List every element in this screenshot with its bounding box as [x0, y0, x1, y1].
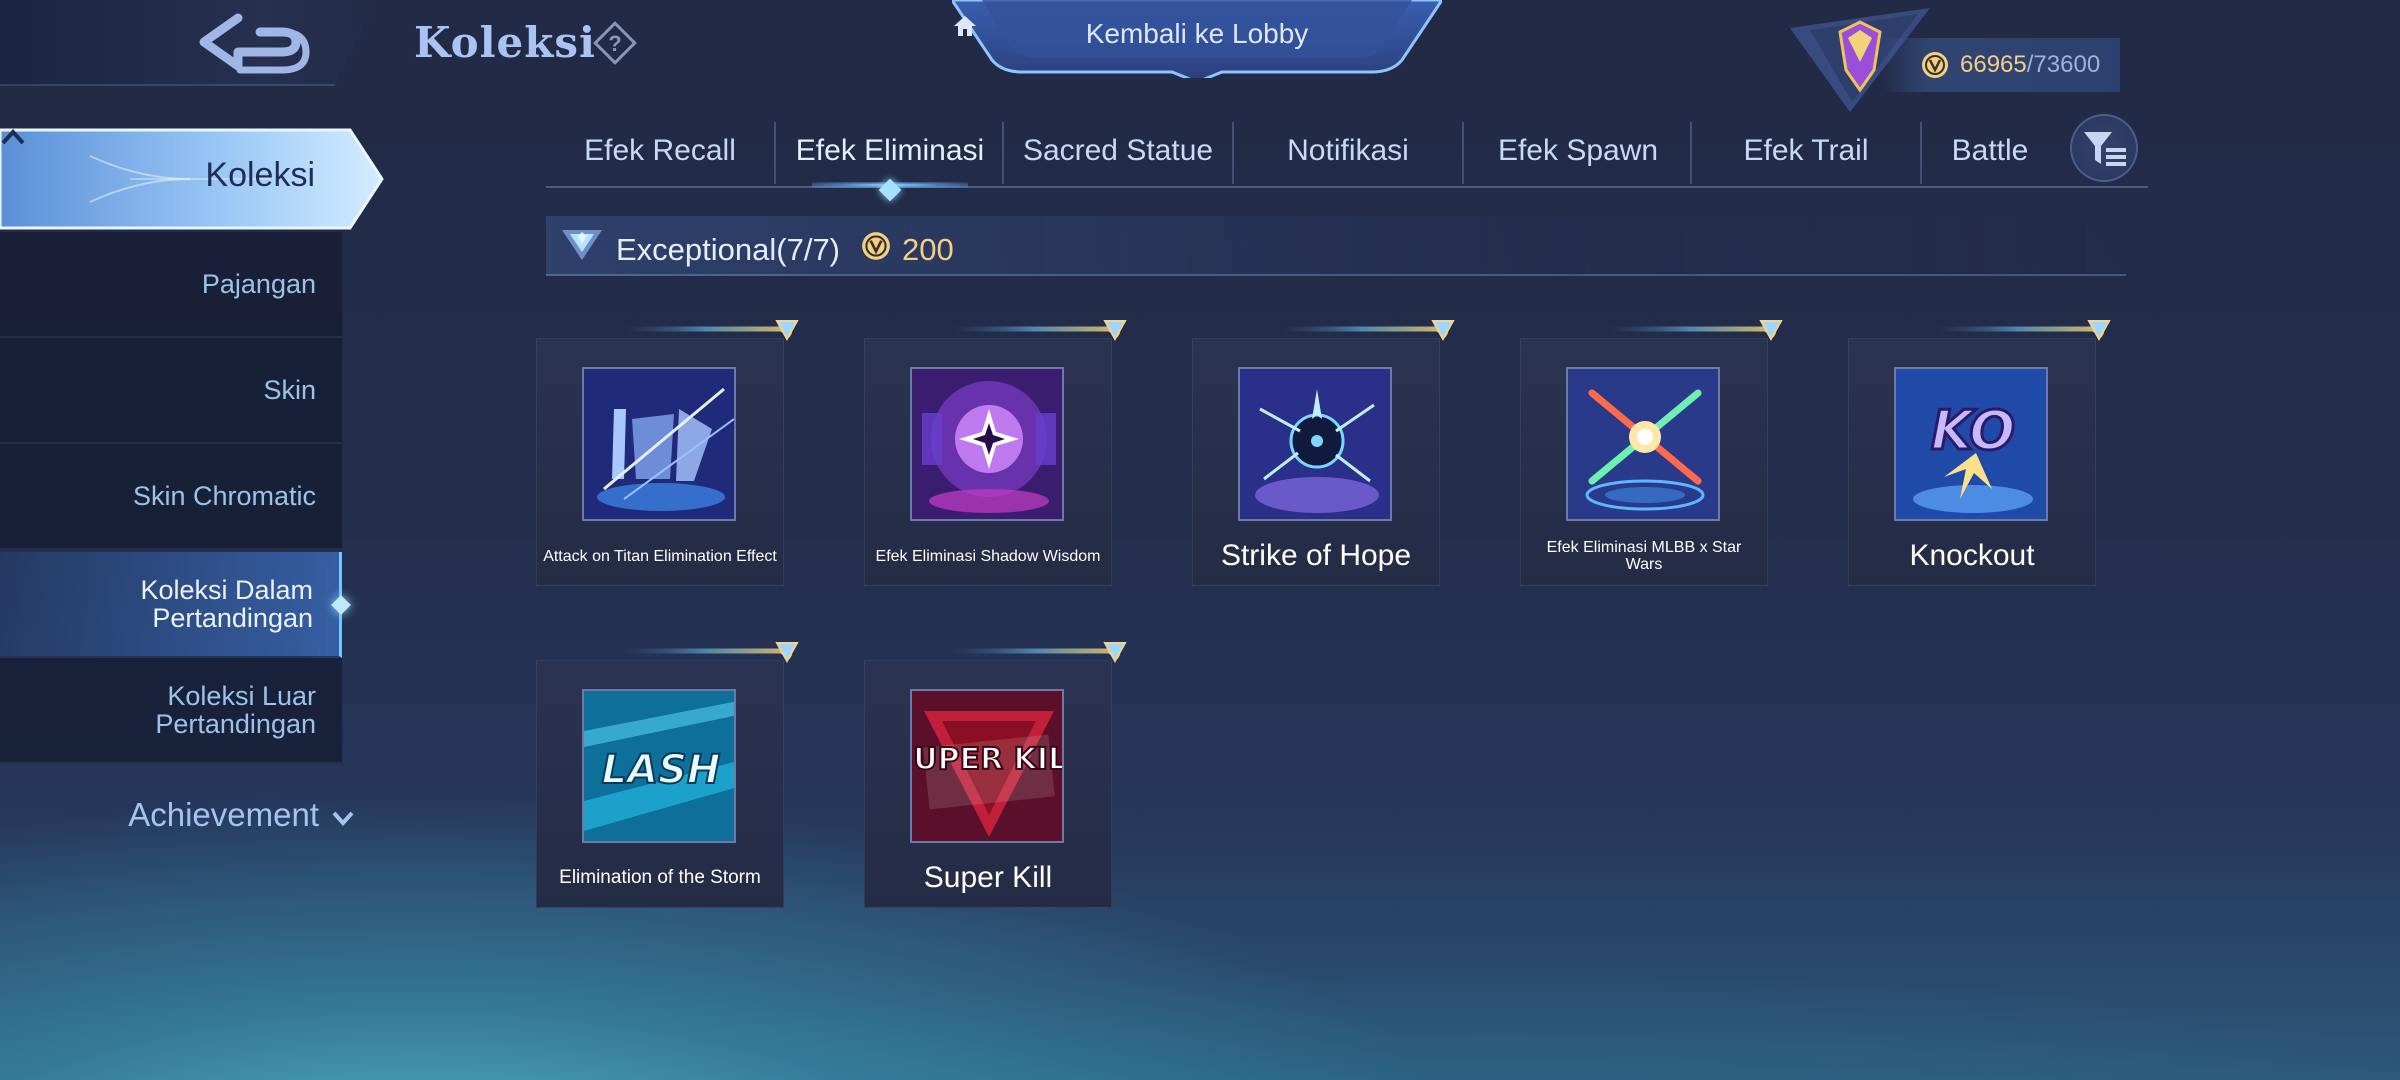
top-bar: Koleksi ? Kembali ke Lobby 66965/73600: [0, 0, 2400, 112]
sidebar-main-label: Koleksi: [205, 156, 315, 194]
tab-efek-recall[interactable]: Efek Recall: [546, 118, 774, 184]
sidebar-item-pajangan[interactable]: Pajangan: [0, 232, 342, 338]
sidebar-item-skin-chromatic[interactable]: Skin Chromatic: [0, 444, 342, 550]
item-card-knockout[interactable]: KO Knockout: [1848, 320, 2111, 586]
tab-efek-trail[interactable]: Efek Trail: [1692, 118, 1920, 184]
elimination-of-the-storm-art: LASH: [584, 691, 734, 841]
item-label: Strike of Hope: [1220, 539, 1412, 572]
super-kill-art-text: SUPER KILL: [912, 742, 1064, 777]
item-card-strike-of-hope[interactable]: Strike of Hope: [1192, 320, 1455, 586]
currency-current: 66965: [1960, 51, 2027, 78]
super-kill-art: SUPER KILL: [912, 691, 1064, 841]
home-icon: [954, 16, 976, 36]
sidebar-item-skin[interactable]: Skin: [0, 338, 342, 444]
strike-of-hope-art: [1240, 369, 1390, 519]
return-to-lobby-button[interactable]: Kembali ke Lobby: [952, 0, 1442, 78]
tab-efek-spawn[interactable]: Efek Spawn: [1464, 118, 1692, 184]
item-card-elimination-of-the-storm[interactable]: LASH Elimination of the Storm: [536, 642, 799, 908]
knockout-art: KO: [1896, 369, 2046, 519]
chevron-up-icon: [1, 129, 25, 145]
item-label: Super Kill: [923, 861, 1053, 894]
tab-notifikasi[interactable]: Notifikasi: [1234, 118, 1462, 184]
item-label: Knockout: [1909, 539, 2035, 572]
sidebar-item-koleksi-dalam-pertandingan[interactable]: Koleksi Dalam Pertandingan: [0, 552, 351, 658]
item-card-shadow-wisdom[interactable]: Efek Eliminasi Shadow Wisdom: [864, 320, 1127, 586]
item-card-attack-on-titan[interactable]: Attack on Titan Elimination Effect: [536, 320, 799, 586]
help-icon[interactable]: ?: [592, 20, 638, 66]
back-arrow-icon: [199, 13, 310, 74]
achievement-label: Achievement: [128, 796, 319, 833]
points-coin-icon: [862, 232, 890, 260]
item-thumbnail: LASH: [582, 689, 736, 843]
tab-label: Efek Eliminasi: [795, 134, 985, 167]
lobby-label: Kembali ke Lobby: [1085, 18, 1309, 49]
item-card-star-wars[interactable]: Efek Eliminasi MLBB x Star Wars: [1520, 320, 1783, 586]
item-thumbnail: [582, 367, 736, 521]
item-label: Elimination of the Storm: [559, 867, 761, 888]
filter-button[interactable]: [2070, 114, 2138, 182]
active-indicator: [331, 595, 351, 615]
star-wars-art: [1568, 369, 1718, 519]
currency-display: 66965/73600: [1880, 38, 2120, 92]
sidebar-main-frame: [0, 128, 384, 230]
tab-efek-eliminasi[interactable]: Efek Eliminasi: [776, 118, 1004, 202]
exceptional-rarity-icon: [562, 230, 602, 260]
points-coin-icon: [1922, 52, 1948, 78]
item-card-super-kill[interactable]: SUPER KILL Super Kill: [864, 642, 1127, 908]
currency-max: 73600: [2033, 51, 2101, 78]
page-title: Koleksi: [414, 18, 596, 67]
filter-icon: [2084, 132, 2126, 166]
storm-art-text: LASH: [602, 747, 721, 793]
section-title: Exceptional(7/7): [616, 232, 841, 267]
tab-battle[interactable]: Battle: [1922, 118, 2058, 184]
svg-text:?: ?: [608, 31, 621, 56]
category-tabs: Efek Recall Efek Eliminasi Sacred Statue…: [546, 118, 2148, 202]
item-thumbnail: KO: [1894, 367, 2048, 521]
sidebar-main-koleksi[interactable]: Koleksi: [0, 126, 385, 232]
item-label: Efek Eliminasi Shadow Wisdom: [875, 547, 1101, 565]
shadow-wisdom-art: [912, 369, 1062, 519]
sidebar-item-label: Koleksi Dalam Pertandingan: [140, 575, 313, 633]
item-label: Attack on Titan Elimination Effect: [543, 547, 777, 565]
sidebar-achievement[interactable]: Achievement: [0, 790, 355, 840]
sidebar-item-koleksi-luar-pertandingan[interactable]: Koleksi Luar Pertandingan: [0, 658, 342, 764]
item-thumbnail: SUPER KILL: [910, 689, 1064, 843]
sidebar-item-label: Koleksi Luar Pertandingan: [155, 681, 316, 739]
tab-sacred-statue[interactable]: Sacred Statue: [1004, 118, 1232, 184]
attack-on-titan-art: [584, 369, 734, 519]
section-points: 200: [902, 232, 954, 267]
currency-text: 66965/73600: [1960, 51, 2100, 79]
knockout-art-text: KO: [1931, 399, 2015, 462]
item-thumbnail: [1566, 367, 1720, 521]
chevron-down-icon: [332, 811, 354, 826]
back-button[interactable]: [0, 0, 380, 86]
item-thumbnail: [1238, 367, 1392, 521]
item-thumbnail: [910, 367, 1064, 521]
lobby-button-content: Kembali ke Lobby: [952, 14, 1442, 54]
rarity-section-header: Exceptional(7/7) 200: [546, 216, 2126, 276]
item-label: Efek Eliminasi MLBB x Star Wars: [1546, 539, 1742, 573]
